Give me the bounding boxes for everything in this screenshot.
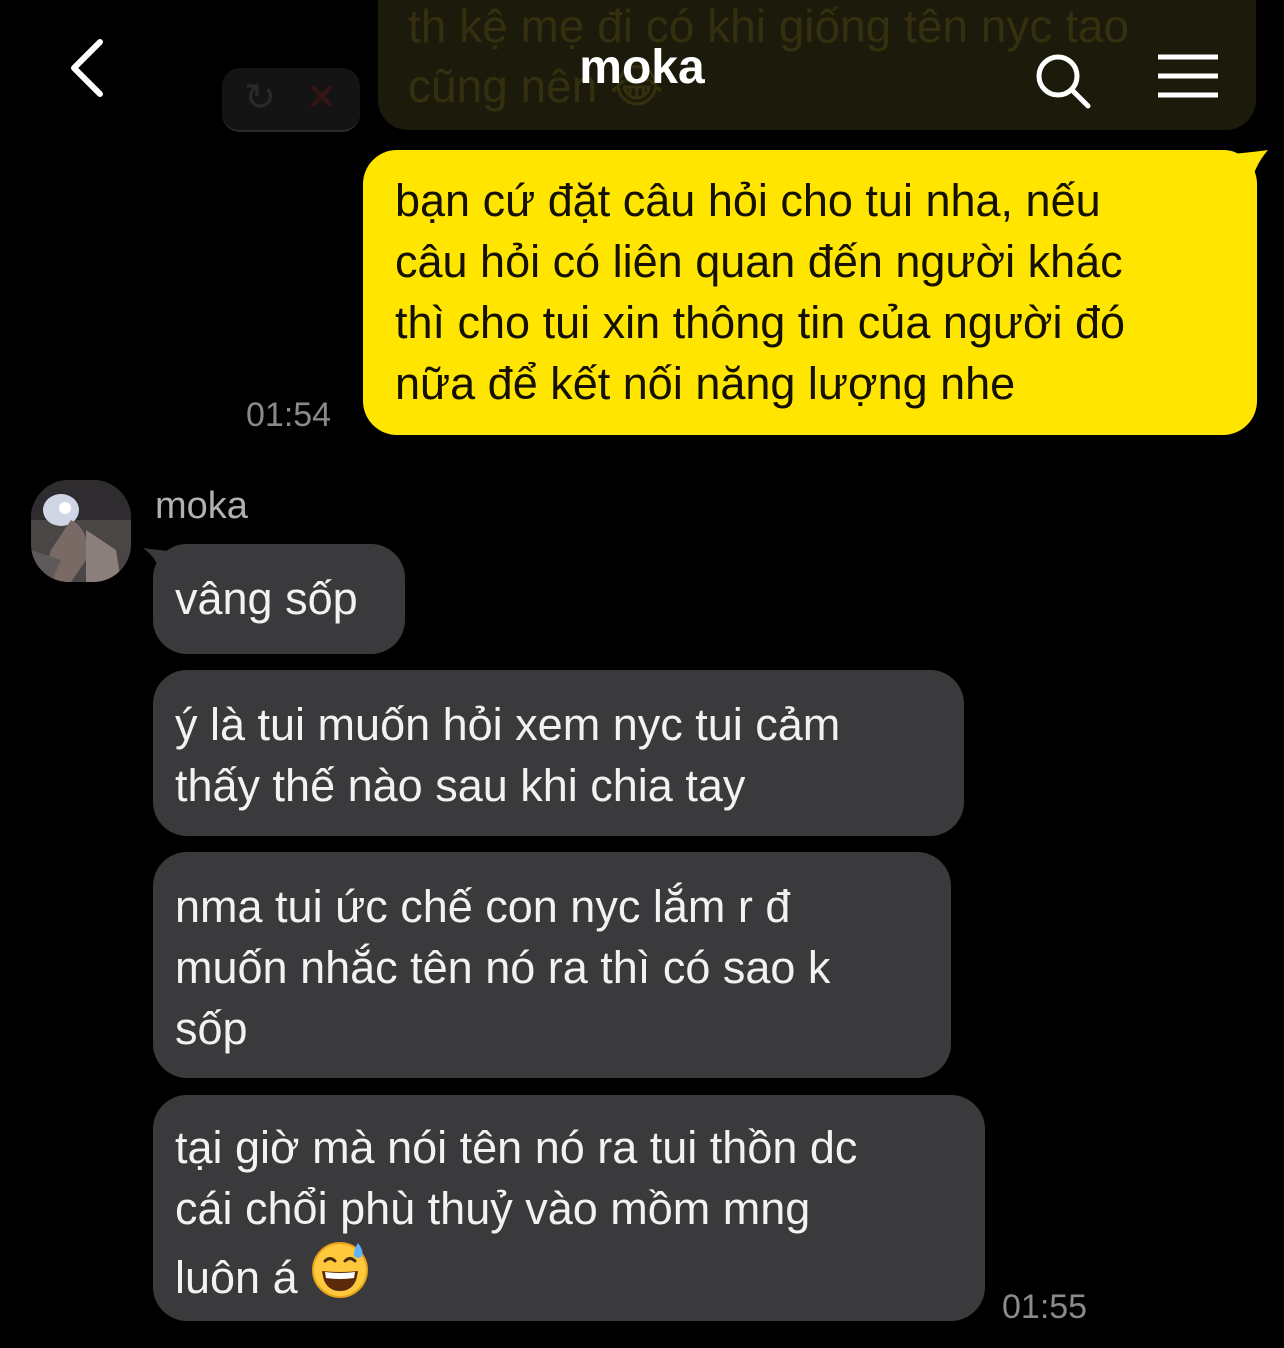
incoming-message-time: 01:55: [1002, 1288, 1088, 1326]
incoming-message-bubble[interactable]: vâng sốp: [153, 544, 405, 654]
incoming-message-bubble[interactable]: ý là tui muốn hỏi xem nyc tui cảm thấy t…: [153, 670, 964, 836]
outgoing-message-bubble[interactable]: bạn cứ đặt câu hỏi cho tui nha, nếu câu …: [363, 150, 1257, 435]
outgoing-message-text: bạn cứ đặt câu hỏi cho tui nha, nếu câu …: [395, 175, 1126, 409]
grinning-sweat-emoji-icon: [310, 1239, 370, 1314]
chat-screen: th kệ mẹ đi có khi giống tên nyc tao cũn…: [0, 0, 1284, 1348]
chat-header: moka: [0, 0, 1284, 140]
incoming-message-bubble[interactable]: nma tui ức chế con nyc lắm r đ muốn nhắc…: [153, 852, 951, 1078]
chevron-left-icon: [71, 39, 103, 97]
search-button[interactable]: [1030, 50, 1096, 110]
back-button[interactable]: [62, 36, 122, 100]
avatar-photo: [31, 480, 131, 582]
incoming-message-bubble[interactable]: tại giờ mà nói tên nó ra tui thồn dc cái…: [153, 1095, 985, 1321]
incoming-message-text: vâng sốp: [175, 573, 358, 624]
outgoing-message-time: 01:54: [246, 396, 332, 434]
chat-title: moka: [579, 41, 705, 94]
avatar[interactable]: [31, 480, 131, 582]
incoming-message-text: nma tui ức chế con nyc lắm r đ muốn nhắc…: [175, 881, 831, 1054]
incoming-message-text-content: tại giờ mà nói tên nó ra tui thồn dc cái…: [175, 1122, 858, 1303]
search-icon: [1036, 54, 1091, 109]
incoming-message-text: tại giờ mà nói tên nó ra tui thồn dc cái…: [175, 1117, 975, 1314]
menu-icon: [1158, 54, 1218, 98]
sender-name: moka: [155, 485, 248, 527]
menu-button[interactable]: [1156, 52, 1222, 102]
incoming-message-text: ý là tui muốn hỏi xem nyc tui cảm thấy t…: [175, 699, 841, 811]
